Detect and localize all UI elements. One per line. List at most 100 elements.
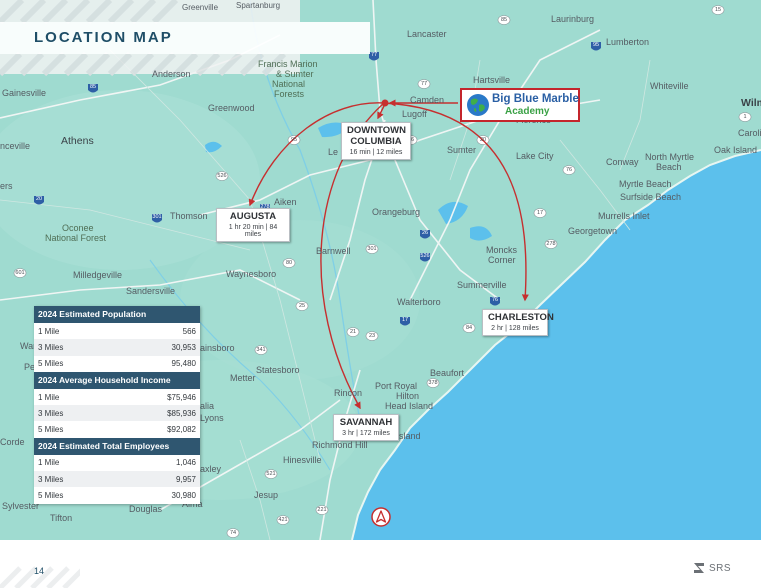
route-number: 77 (420, 81, 428, 87)
row-value: 30,953 (171, 342, 196, 352)
place-label: ainsboro (200, 343, 235, 353)
city-distance: 3 hr | 172 miles (342, 429, 390, 437)
place-label: Sandersville (126, 286, 176, 296)
place-label: Myrtle Beach (619, 179, 672, 189)
srs-logo-icon (694, 563, 704, 573)
row-value: $75,946 (167, 392, 196, 402)
route-number: 85 (89, 84, 97, 90)
table-row: 5 Miles $92,082 (34, 421, 200, 437)
route-number: 221 (317, 507, 327, 513)
logo-line-2: Academy (505, 106, 550, 117)
route-number: 1 (743, 114, 747, 120)
place-label: ers (0, 181, 13, 191)
row-label: 3 Miles (38, 408, 64, 418)
city-box-charleston[interactable]: CHARLESTON 2 hr | 128 miles (482, 309, 554, 336)
city-box-savannah[interactable]: SAVANNAH 3 hr | 172 miles (333, 414, 399, 441)
place-label: Richmond Hill (312, 440, 368, 450)
city-name: CHARLESTON (488, 312, 554, 323)
demographics-table: 2024 Estimated Population 1 Mile 566 3 M… (34, 306, 200, 504)
route-number: 301 (367, 246, 377, 252)
route-number: 76 (565, 167, 573, 173)
place-label: Walterboro (397, 297, 441, 307)
route-number: 601 (15, 270, 25, 276)
employees-header: 2024 Estimated Total Employees (34, 437, 200, 455)
route-number: 80 (285, 260, 293, 266)
row-label: 1 Mile (38, 326, 60, 336)
site-location-dot (381, 99, 389, 107)
brand-name: SRS (709, 563, 732, 574)
city-box-downtown-columbia[interactable]: DOWNTOWN COLUMBIA 16 min | 12 miles (341, 122, 411, 160)
place-label: Lyons (200, 413, 224, 423)
city-box-augusta[interactable]: AUGUSTA 1 hr 20 min | 84 miles (216, 208, 290, 242)
table-row: 1 Mile 1,046 (34, 455, 200, 471)
table-row: 1 Mile 566 (34, 323, 200, 339)
row-label: 3 Miles (38, 474, 64, 484)
place-label: Oak Island (714, 145, 758, 155)
place-label: Spartanburg (236, 1, 281, 10)
income-header: 2024 Average Household Income (34, 371, 200, 389)
table-row: 1 Mile $75,946 (34, 389, 200, 405)
route-number: 341 (256, 347, 266, 353)
row-label: 5 Miles (38, 425, 64, 435)
route-number: 95 (290, 137, 298, 143)
row-value: 566 (182, 326, 196, 336)
row-value: $85,936 (167, 408, 196, 418)
route-number: 17 (536, 210, 544, 216)
place-label: Statesboro (256, 365, 300, 375)
place-label: Tifton (50, 513, 73, 523)
city-distance: 2 hr | 128 miles (491, 324, 539, 332)
place-label: axley (200, 464, 222, 474)
route-number: 76 (491, 297, 499, 303)
route-number: 17 (401, 317, 409, 323)
globe-icon (467, 94, 489, 116)
place-label: sland (399, 431, 421, 441)
place-label: Corde (0, 437, 25, 447)
route-number: 84 (465, 325, 473, 331)
row-label: 3 Miles (38, 342, 64, 352)
route-number: 95 (592, 42, 600, 48)
place-label: Orangeburg (372, 207, 421, 217)
route-number: 378 (428, 380, 438, 386)
place-label: Beaufort (430, 368, 465, 378)
place-label: Georgetown (568, 226, 618, 236)
place-label: Aiken (274, 197, 297, 207)
place-label: Thomson (170, 211, 208, 221)
city-name: AUGUSTA (229, 211, 277, 222)
place-label: Caroli (738, 128, 761, 138)
route-number: 421 (278, 517, 288, 523)
route-number: 74 (229, 530, 237, 536)
logo-line-1: Big Blue Marble (492, 93, 579, 105)
row-value: 9,957 (175, 474, 196, 484)
table-row: 3 Miles $85,936 (34, 405, 200, 422)
route-number: 278 (546, 241, 556, 247)
row-label: 1 Mile (38, 458, 60, 468)
place-label: Surfside Beach (620, 192, 682, 202)
city-name: SAVANNAH (339, 417, 393, 428)
place-label: Hinesville (283, 455, 322, 465)
route-number: 301 (152, 214, 162, 220)
route-number: 526 (217, 173, 227, 179)
route-number: 25 (298, 303, 306, 309)
place-label: National Forest (45, 233, 107, 243)
place-label: Barnwell (316, 246, 351, 256)
table-row: 3 Miles 9,957 (34, 471, 200, 488)
row-label: 5 Miles (38, 491, 64, 501)
place-label: Whiteville (650, 81, 689, 91)
route-number: 21 (349, 329, 357, 335)
academy-logo[interactable]: Big Blue Marble Academy (460, 88, 580, 122)
place-label: Metter (230, 373, 256, 383)
place-label: Milledgeville (73, 270, 123, 280)
place-label: Beach (656, 162, 682, 172)
row-label: 1 Mile (38, 392, 60, 402)
route-number: 526 (420, 253, 430, 259)
place-label: Lugoff (402, 109, 427, 119)
place-label: Anderson (152, 69, 191, 79)
place-label: Sumter (447, 145, 477, 155)
route-number: 20 (35, 196, 43, 202)
place-label: Greenville (182, 3, 219, 12)
place-label: Wilm (741, 97, 761, 109)
row-value: $92,082 (167, 425, 196, 435)
place-label: Hartsville (473, 75, 511, 85)
place-label: Murrells Inlet (598, 211, 650, 221)
place-label: Corner (488, 255, 516, 265)
